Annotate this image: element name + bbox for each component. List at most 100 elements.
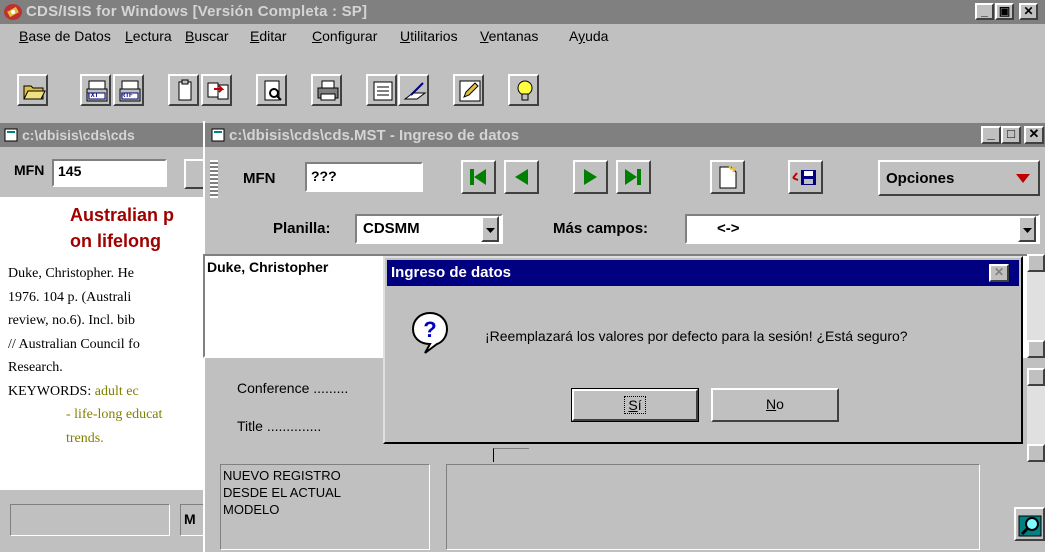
first-record-icon: [470, 169, 486, 185]
mas-campos-dropdown-button[interactable]: [1018, 216, 1036, 242]
copy-record-button[interactable]: [201, 74, 232, 106]
chevron-down-icon: [486, 228, 495, 233]
next-record-button[interactable]: [573, 160, 608, 194]
list-scroll-up-button[interactable]: [1027, 368, 1045, 386]
help-tip-button[interactable]: [508, 74, 539, 106]
status-message-text: NUEVO REGISTRO DESDE EL ACTUAL MODELO: [223, 468, 342, 517]
field-cell[interactable]: [493, 448, 529, 462]
planilla-dropdown-button[interactable]: [481, 216, 499, 242]
mas-campos-select[interactable]: <->: [685, 214, 1040, 244]
dialog-close-button[interactable]: ✕: [989, 264, 1009, 282]
dropdown-arrow-icon: [1016, 174, 1030, 183]
menu-utilitarios[interactable]: Utilitarios: [400, 28, 458, 44]
planilla-select[interactable]: CDSMM: [355, 214, 503, 244]
open-folder-icon: [23, 85, 46, 100]
pencil-icon: [459, 80, 481, 102]
menu-base-de-datos[interactable]: Base de Datos: [19, 28, 111, 44]
keywords-value: adult ec: [94, 383, 139, 399]
window-icon: [4, 128, 18, 142]
entry-mfn-input[interactable]: ???: [305, 162, 423, 192]
first-record-button[interactable]: [461, 160, 496, 194]
app-title: CDS/ISIS for Windows [Versión Completa :…: [26, 3, 368, 20]
back-window-title-bar[interactable]: c:\dbisis\cds\cds: [0, 123, 205, 147]
previous-record-button[interactable]: [504, 160, 539, 194]
print-rtf-button[interactable]: RTF: [113, 74, 144, 106]
record-line: 1976. 104 p. (Australi: [8, 289, 132, 305]
print-txt-button[interactable]: TXT: [80, 74, 111, 106]
back-status-field-2: M: [180, 504, 204, 536]
question-icon: ?: [411, 311, 449, 354]
back-mfn-label: MFN: [14, 162, 45, 178]
preview-button[interactable]: [256, 74, 287, 106]
restore-button[interactable]: ▣: [995, 3, 1014, 20]
save-record-icon: [792, 170, 816, 185]
chevron-down-icon: [1023, 228, 1032, 233]
print-rtf-icon: [119, 80, 141, 102]
edit-sheet-icon: [403, 82, 427, 100]
copy-record-icon: [207, 82, 229, 100]
clipboard-icon: [178, 79, 192, 101]
new-record-button[interactable]: [710, 160, 745, 194]
list-scroll-down-button[interactable]: [1027, 444, 1045, 462]
yes-button-label: Sí: [624, 396, 646, 414]
dialog-title-bar[interactable]: Ingreso de datos ✕: [387, 260, 1019, 286]
back-window-title: c:\dbisis\cds\cds: [22, 127, 135, 143]
record-line: Duke, Christopher. He: [8, 266, 134, 281]
author-field-value: Duke, Christopher: [207, 259, 329, 275]
open-folder-button[interactable]: [17, 74, 48, 106]
entry-maximize-button[interactable]: □: [1001, 126, 1021, 144]
new-record-icon: [719, 164, 737, 189]
planilla-label: Planilla:: [273, 220, 331, 237]
window-icon: [211, 128, 225, 142]
back-status-field: [10, 504, 170, 536]
menu-ventanas[interactable]: Ventanas: [480, 28, 538, 44]
menu-bar: Base de Datos Lectura Buscar Editar Conf…: [0, 24, 1045, 48]
print-preview-icon: [264, 80, 282, 101]
menu-buscar[interactable]: Buscar: [185, 28, 229, 44]
minimize-button[interactable]: _: [975, 3, 994, 20]
drag-grip[interactable]: [210, 160, 218, 198]
next-record-icon: [584, 169, 597, 185]
rtf-label: RTF: [121, 93, 133, 99]
save-record-button[interactable]: [788, 160, 823, 194]
dialog-title: Ingreso de datos: [391, 264, 512, 281]
field-list-scrollbar[interactable]: [1027, 368, 1045, 462]
no-button[interactable]: No: [711, 388, 839, 422]
options-menu-button[interactable]: Opciones: [878, 160, 1040, 196]
field-scrollbar[interactable]: [1027, 254, 1045, 358]
scroll-up-button[interactable]: [1027, 254, 1045, 272]
print-button[interactable]: [311, 74, 342, 106]
cds-isis-logo-icon: [4, 4, 22, 20]
edit-pencil-button[interactable]: [453, 74, 484, 106]
options-label: Opciones: [886, 170, 955, 187]
record-heading-line1: Australian p: [70, 205, 175, 225]
scroll-down-button[interactable]: [1027, 340, 1045, 358]
light-bulb-icon: [517, 80, 533, 101]
yes-button[interactable]: Sí: [571, 388, 699, 422]
menu-editar[interactable]: Editar: [250, 28, 287, 44]
field-label-conference: Conference .........: [237, 380, 349, 396]
last-record-icon: [625, 169, 641, 185]
back-mfn-input[interactable]: 145: [52, 159, 167, 187]
menu-ayuda[interactable]: Ayuda: [569, 28, 608, 44]
search-button[interactable]: [1014, 507, 1045, 541]
svg-text:?: ?: [423, 317, 436, 342]
edit-sheet-button[interactable]: [398, 74, 429, 106]
back-status-text: M: [184, 511, 196, 527]
form-button[interactable]: [366, 74, 397, 106]
status-info-box: [446, 464, 980, 550]
menu-lectura[interactable]: Lectura: [125, 28, 172, 44]
record-line: Research.: [8, 360, 63, 375]
clipboard-button[interactable]: [168, 74, 199, 106]
keywords-label: KEYWORDS:: [8, 383, 92, 399]
entry-minimize-button[interactable]: _: [981, 126, 1001, 144]
menu-configurar[interactable]: Configurar: [312, 28, 377, 44]
mas-campos-value: <->: [717, 220, 740, 237]
close-button[interactable]: ✕: [1019, 3, 1038, 20]
yes-button-face: Sí: [572, 389, 698, 421]
magnifier-icon: [1018, 515, 1042, 537]
entry-close-button[interactable]: ✕: [1024, 126, 1044, 144]
last-record-button[interactable]: [616, 160, 651, 194]
entry-window-title-bar[interactable]: c:\dbisis\cds\cds.MST - Ingreso de datos…: [205, 123, 1045, 147]
print-txt-icon: [86, 80, 108, 102]
